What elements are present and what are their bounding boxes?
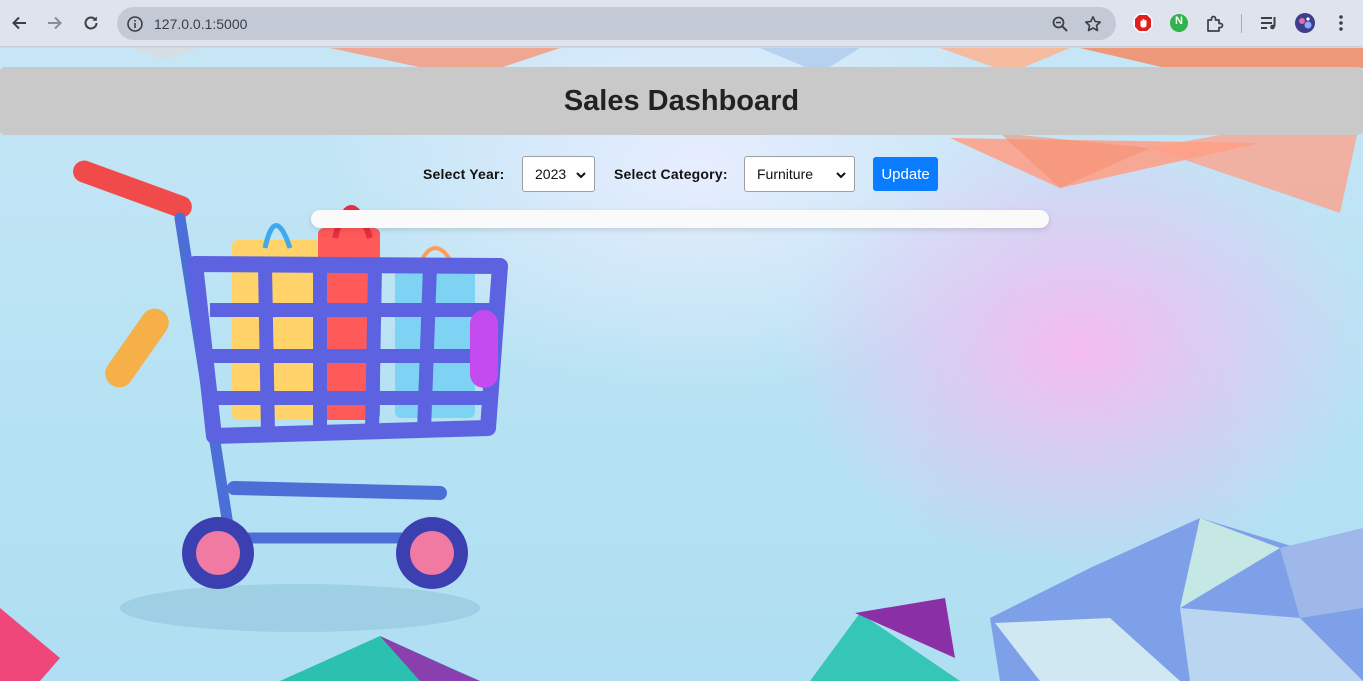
toolbar-divider — [1241, 14, 1242, 33]
chart-container — [311, 210, 1049, 228]
update-button[interactable]: Update — [873, 157, 938, 191]
filter-controls: Select Year: 2023 Select Category: Furni… — [0, 156, 1363, 192]
n-extension-letter: N — [1175, 15, 1183, 27]
adblock-extension-icon[interactable] — [1132, 12, 1154, 34]
back-arrow-icon[interactable] — [4, 8, 34, 38]
reading-list-icon[interactable] — [1258, 12, 1280, 34]
year-select-value: 2023 — [535, 166, 567, 182]
dashboard-header: Sales Dashboard — [0, 67, 1363, 135]
category-label: Select Category: — [614, 166, 728, 182]
category-select[interactable]: Furniture — [744, 156, 855, 192]
address-bar[interactable]: 127.0.0.1:5000 — [117, 7, 1116, 40]
chevron-down-icon — [576, 172, 586, 179]
browser-toolbar: 127.0.0.1:5000 N — [0, 0, 1363, 47]
chevron-down-icon — [836, 172, 846, 179]
url-text[interactable]: 127.0.0.1:5000 — [154, 16, 247, 32]
reload-icon[interactable] — [76, 8, 106, 38]
year-label: Select Year: — [423, 166, 505, 182]
zoom-icon[interactable] — [1049, 13, 1071, 35]
extensions-puzzle-icon[interactable] — [1204, 12, 1226, 34]
menu-kebab-icon[interactable] — [1330, 12, 1352, 34]
n-extension-icon[interactable]: N — [1168, 12, 1190, 34]
site-info-icon[interactable] — [125, 14, 145, 34]
profile-avatar[interactable] — [1294, 12, 1316, 34]
bookmark-star-icon[interactable] — [1082, 13, 1104, 35]
page-title: Sales Dashboard — [563, 84, 800, 117]
category-select-value: Furniture — [757, 166, 814, 182]
page-background: Sales Dashboard Select Year: 2023 Select… — [0, 48, 1363, 681]
year-select[interactable]: 2023 — [522, 156, 595, 192]
background-illustration — [0, 48, 1363, 681]
forward-arrow-icon[interactable] — [40, 8, 70, 38]
